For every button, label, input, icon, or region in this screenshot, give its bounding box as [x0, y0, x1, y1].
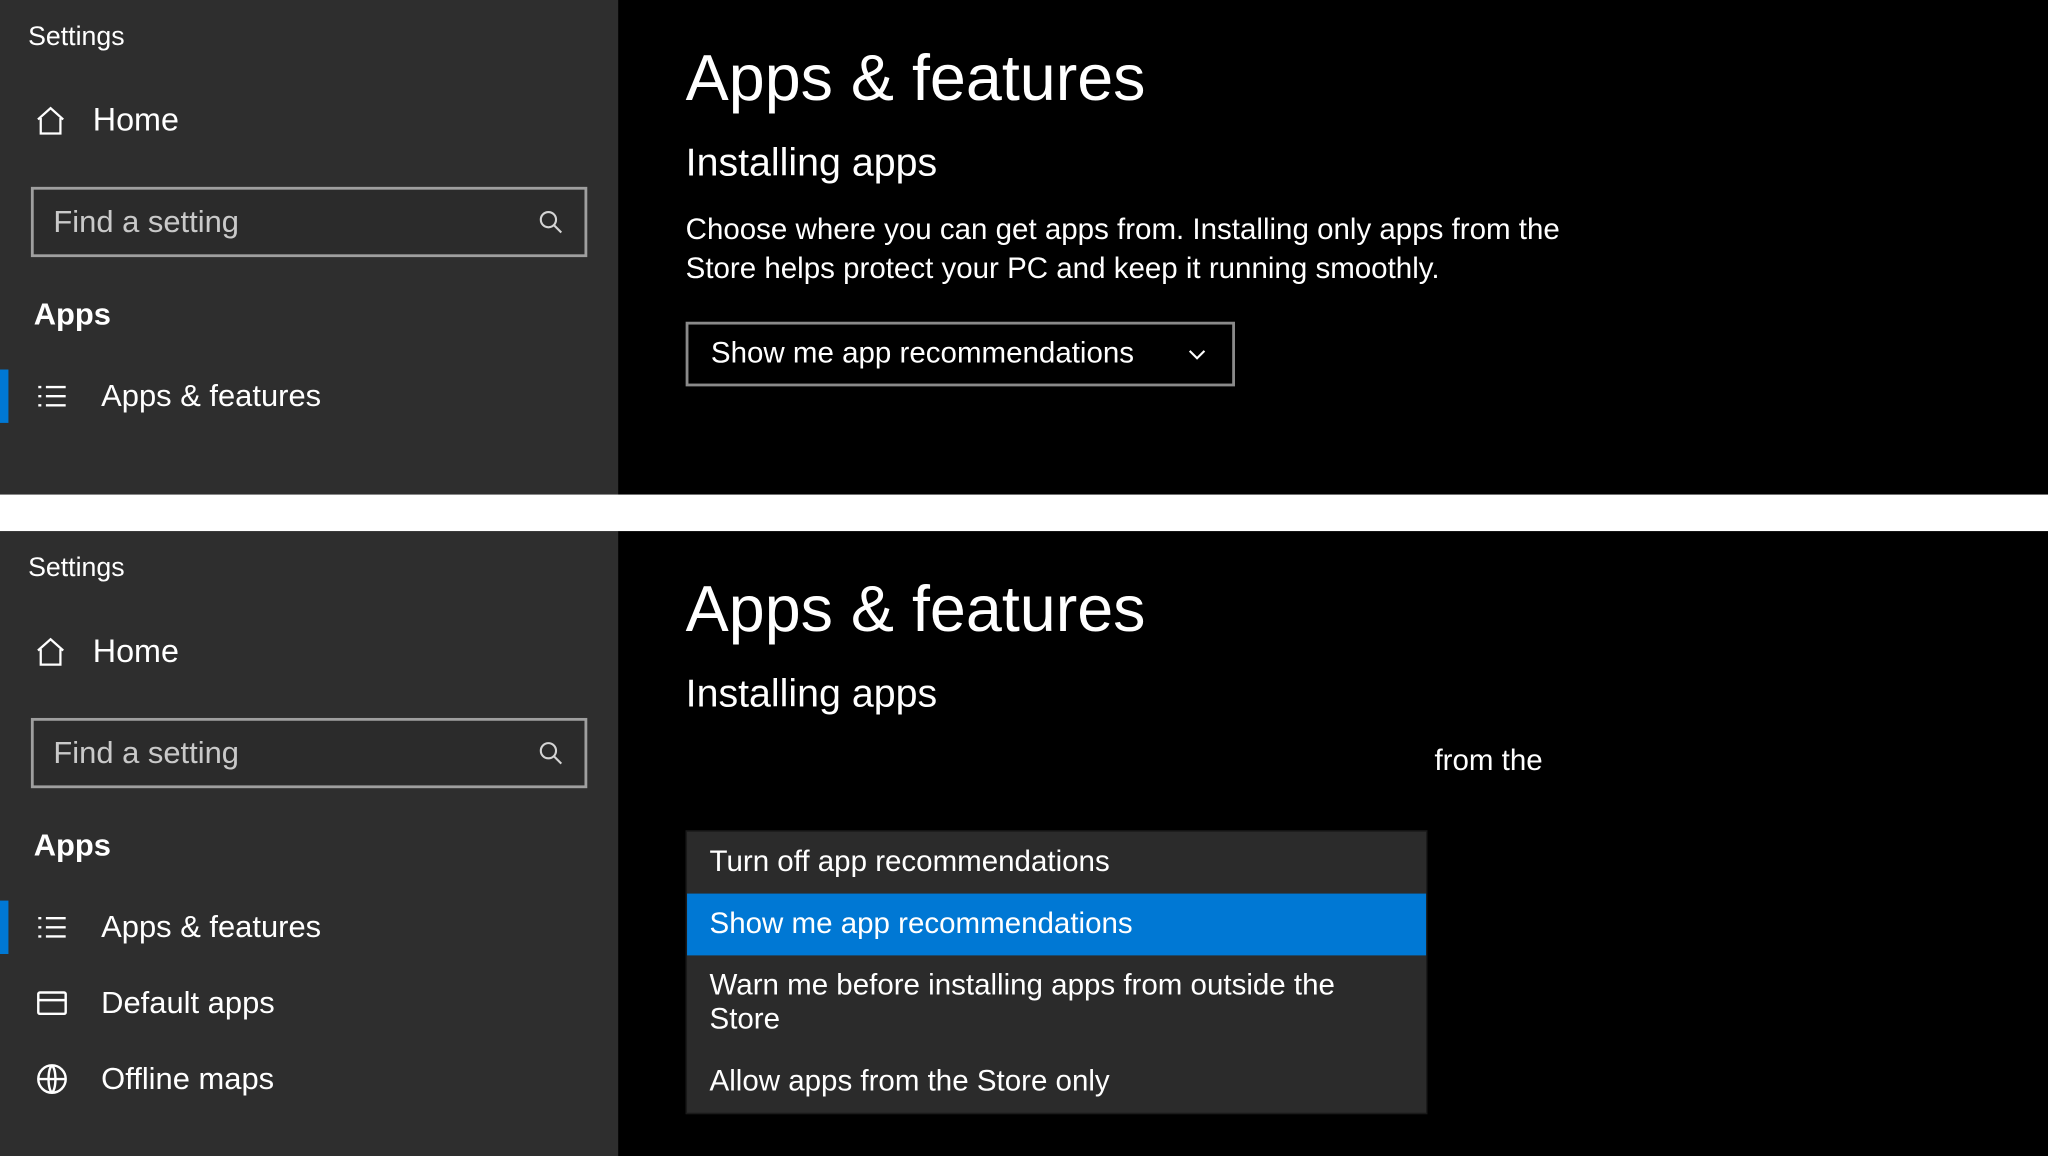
page-title: Apps & features [686, 39, 1981, 115]
home-icon [34, 103, 68, 137]
search-input[interactable] [53, 735, 536, 772]
sidebar-section-apps: Apps [0, 282, 618, 358]
sidebar-item-default-apps[interactable]: Default apps [0, 965, 618, 1041]
settings-window-closed-dropdown: Settings Home Apps Apps & features Apps … [0, 0, 2048, 495]
sidebar-item-offline-maps[interactable]: Offline maps [0, 1041, 618, 1117]
dropdown-option[interactable]: Allow apps from the Store only [687, 1051, 1426, 1113]
main-content: Apps & features Installing apps from the… [618, 531, 2048, 1156]
settings-window-open-dropdown: Settings Home Apps Apps & features Defau… [0, 531, 2048, 1156]
search-input-container[interactable] [31, 187, 587, 257]
sidebar-section-apps: Apps [0, 813, 618, 889]
page-title: Apps & features [686, 570, 1981, 646]
dropdown-option[interactable]: Turn off app recommendations [687, 832, 1426, 894]
offline-maps-icon [34, 1061, 71, 1098]
sidebar-item-apps-features[interactable]: Apps & features [0, 358, 618, 434]
section-description-partial: from the [686, 742, 1543, 782]
window-title: Settings [0, 545, 618, 618]
home-nav[interactable]: Home [0, 618, 618, 687]
window-title: Settings [0, 14, 618, 87]
home-icon [34, 634, 68, 668]
home-label: Home [93, 101, 179, 139]
sidebar-item-label: Default apps [101, 985, 275, 1022]
search-icon [537, 208, 565, 236]
chevron-down-icon [1185, 341, 1210, 366]
sidebar-item-label: Apps & features [101, 378, 321, 415]
search-icon [537, 739, 565, 767]
search-input[interactable] [53, 204, 536, 241]
home-nav[interactable]: Home [0, 87, 618, 156]
sidebar-item-apps-features[interactable]: Apps & features [0, 889, 618, 965]
section-heading-installing-apps: Installing apps [686, 141, 1981, 186]
dropdown-value: Show me app recommendations [711, 337, 1134, 371]
sidebar: Settings Home Apps Apps & features Defau… [0, 531, 618, 1156]
search-input-container[interactable] [31, 718, 587, 788]
sidebar: Settings Home Apps Apps & features [0, 0, 618, 495]
app-source-dropdown-popup: Turn off app recommendations Show me app… [686, 830, 1428, 1114]
dropdown-option[interactable]: Show me app recommendations [687, 894, 1426, 956]
home-label: Home [93, 632, 179, 670]
main-content: Apps & features Installing apps Choose w… [618, 0, 2048, 495]
sidebar-item-label: Offline maps [101, 1061, 274, 1098]
dropdown-option[interactable]: Warn me before installing apps from outs… [687, 955, 1426, 1051]
image-separator [0, 495, 2048, 532]
section-heading-installing-apps: Installing apps [686, 672, 1981, 717]
section-description: Choose where you can get apps from. Inst… [686, 211, 1585, 291]
sidebar-item-label: Apps & features [101, 909, 321, 946]
apps-features-icon [34, 378, 71, 415]
app-source-dropdown[interactable]: Show me app recommendations [686, 321, 1236, 386]
default-apps-icon [34, 985, 71, 1022]
apps-features-icon [34, 909, 71, 946]
